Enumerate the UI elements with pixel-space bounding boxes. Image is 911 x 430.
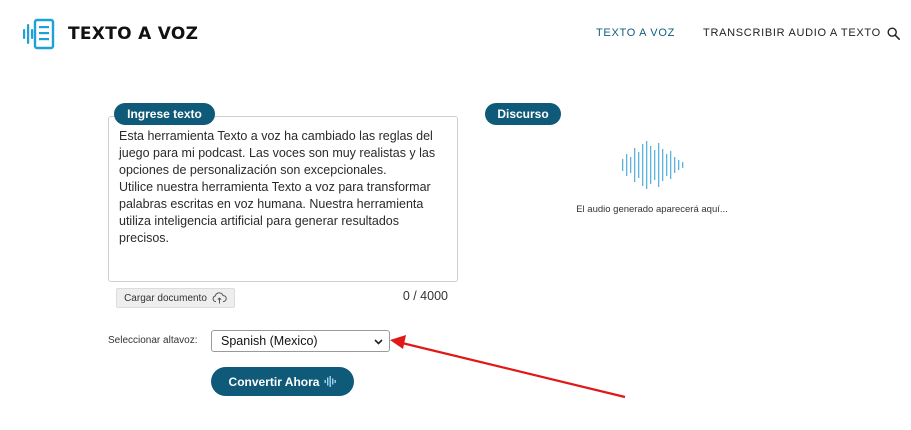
nav-item-transcribir[interactable]: TRANSCRIBIR AUDIO A TEXTO: [703, 27, 881, 39]
search-icon[interactable]: [887, 27, 900, 40]
convert-button-label: Convertir Ahora: [228, 374, 320, 389]
soundwave-icon: [622, 141, 684, 189]
nav-item-texto-a-voz[interactable]: TEXTO A VOZ: [596, 27, 675, 39]
site-header: TEXTO A VOZ TEXTO A VOZ TRANSCRIBIR AUDI…: [0, 0, 911, 70]
audio-placeholder-text: El audio generado aparecerá aquí...: [576, 204, 728, 215]
speech-label-badge: Discurso: [485, 103, 561, 125]
annotation-arrow: [390, 335, 626, 399]
speaker-select[interactable]: Spanish (Mexico): [211, 330, 390, 352]
speaker-selected-value: Spanish (Mexico): [221, 334, 318, 348]
input-label-badge: Ingrese texto: [114, 103, 215, 125]
soundwave-icon: [324, 376, 337, 387]
brand-name: TEXTO A VOZ: [68, 24, 199, 44]
convert-now-button[interactable]: Convertir Ahora: [211, 367, 354, 396]
speaker-label: Seleccionar altavoz:: [108, 335, 198, 346]
document-audio-icon: [23, 18, 55, 50]
cloud-upload-icon: [212, 292, 227, 304]
brand-logo[interactable]: TEXTO A VOZ: [22, 17, 198, 51]
upload-button-label: Cargar documento: [124, 292, 207, 304]
character-counter: 0 / 4000: [402, 289, 448, 303]
main-nav: TEXTO A VOZ TRANSCRIBIR AUDIO A TEXTO: [596, 27, 881, 39]
text-input[interactable]: Esta herramienta Texto a voz ha cambiado…: [108, 116, 458, 282]
upload-document-button[interactable]: Cargar documento: [116, 288, 235, 308]
